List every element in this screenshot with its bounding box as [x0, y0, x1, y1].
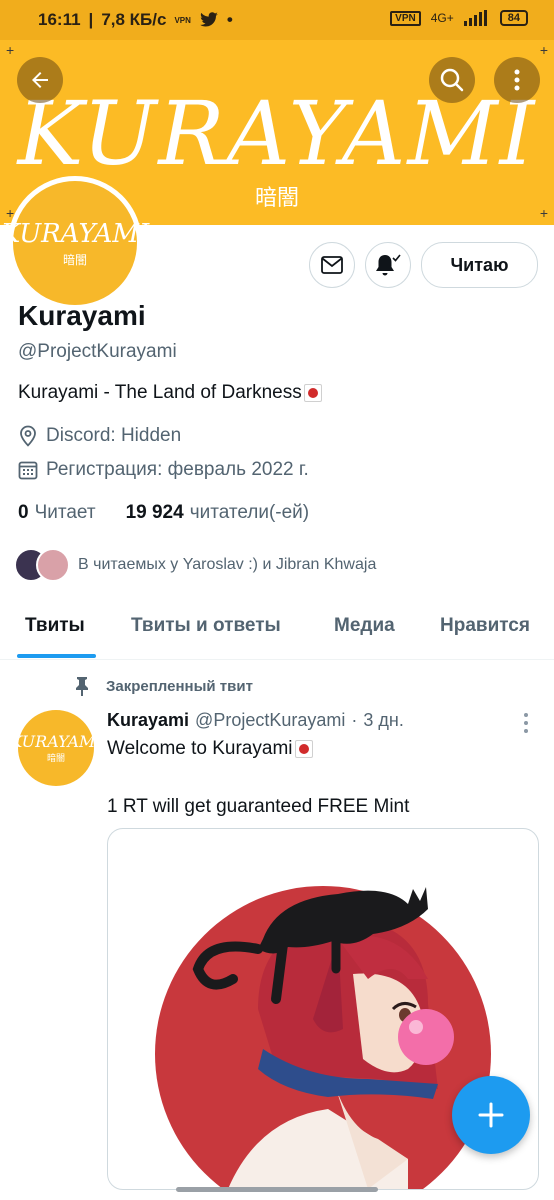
location-pin-icon	[20, 425, 36, 447]
followers-count[interactable]: 19 924	[126, 502, 184, 524]
flag-icon	[294, 740, 313, 758]
tweet-author-name[interactable]: Kurayami	[107, 710, 189, 731]
plus-icon	[478, 1102, 504, 1128]
profile-name: Kurayami	[18, 300, 146, 331]
status-network: 4G+	[430, 11, 454, 25]
tweet-text-line1: Welcome to Kurayami	[107, 738, 313, 760]
crop-mark-icon: +	[6, 42, 15, 58]
tab-tweets[interactable]: Твиты	[25, 615, 85, 637]
crop-mark-icon: +	[539, 42, 548, 58]
tweet-text-line2: 1 RT will get guaranteed FREE Mint	[107, 796, 410, 817]
tab-likes[interactable]: Нравится	[440, 615, 530, 637]
bell-check-icon	[376, 254, 401, 276]
profile-avatar[interactable]: KURAYAMI 暗闇	[1, 176, 149, 310]
profile-location: Discord: Hidden	[18, 425, 181, 447]
followed-by-row[interactable]: В читаемых у Yaroslav :) и Jibran Khwaja	[14, 548, 376, 582]
tweet-avatar-logo: KURAYAMI	[10, 732, 102, 751]
status-time: 16:11	[38, 10, 81, 29]
profile-tabs: Твиты Твиты и ответы Медиа Нравится	[0, 605, 554, 660]
flag-icon	[303, 384, 322, 402]
back-button[interactable]	[17, 57, 63, 103]
bio-text: Kurayami - The Land of Darkness	[18, 382, 302, 403]
status-left: 16:11 | 7,8 КБ/с VPN •	[38, 10, 233, 30]
following-count[interactable]: 0	[18, 502, 29, 524]
compose-tweet-button[interactable]	[452, 1076, 530, 1154]
followed-by-text: В читаемых у Yaroslav :) и Jibran Khwaja	[78, 556, 377, 573]
home-indicator[interactable]	[176, 1187, 378, 1192]
calendar-icon	[18, 461, 38, 480]
following-button[interactable]: Читаю	[421, 242, 538, 288]
location-text: Discord: Hidden	[46, 425, 182, 446]
profile-joined: Регистрация: февраль 2022 г.	[18, 459, 309, 481]
tweet-avatar[interactable]: KURAYAMI 暗闇	[10, 710, 102, 786]
notifications-button[interactable]	[365, 242, 411, 288]
status-right: VPN 4G+ 84	[390, 10, 528, 26]
profile-handle: @ProjectKurayami	[18, 341, 177, 362]
mail-icon	[321, 256, 343, 274]
status-vpn-small: VPN	[174, 15, 191, 25]
battery-level: 84	[507, 12, 520, 24]
more-vertical-icon	[514, 69, 520, 91]
pinned-tweet-label: Закрепленный твит	[74, 676, 253, 696]
battery-icon: 84	[499, 10, 528, 26]
following-label[interactable]: Читает	[35, 502, 96, 524]
message-button[interactable]	[309, 242, 355, 288]
signal-icon	[463, 10, 487, 26]
arrow-left-icon	[32, 72, 48, 88]
search-icon	[440, 68, 464, 92]
profile-stats: 0 Читает 19 924 читатели(-ей)	[18, 502, 309, 524]
pinned-text: Закрепленный твит	[106, 677, 253, 695]
following-button-label: Читаю	[450, 254, 509, 275]
more-options-button[interactable]	[494, 57, 540, 103]
pin-icon	[76, 677, 88, 696]
banner-title: KURAYAMI	[17, 82, 537, 185]
tweet-dot: ·	[351, 710, 358, 730]
tab-media[interactable]: Медиа	[334, 615, 395, 637]
avatar-logo-sub: 暗闇	[62, 252, 87, 267]
tweet-author-handle[interactable]: @ProjectKurayami	[195, 710, 345, 731]
active-tab-indicator	[17, 654, 96, 658]
status-dot: •	[226, 10, 233, 29]
status-separator: |	[88, 10, 94, 29]
tweet-more-icon[interactable]	[518, 712, 534, 734]
tweet-header: Kurayami @ProjectKurayami · 3 дн.	[107, 710, 404, 731]
tweet-avatar-sub: 暗闇	[46, 753, 65, 763]
status-bar: 16:11 | 7,8 КБ/с VPN • VPN 4G+ 84	[0, 0, 554, 40]
twitter-bird-icon	[200, 12, 218, 27]
followed-by-avatars	[14, 548, 70, 582]
joined-text: Регистрация: февраль 2022 г.	[46, 459, 309, 480]
tweet-time[interactable]: 3 дн.	[363, 710, 403, 731]
tab-tweets-replies[interactable]: Твиты и ответы	[131, 615, 281, 637]
avatar-logo-text: KURAYAMI	[0, 218, 150, 249]
tweet-welcome-text: Welcome to Kurayami	[107, 738, 293, 759]
search-button[interactable]	[429, 57, 475, 103]
avatar	[36, 548, 70, 582]
status-vpn-badge: VPN	[390, 10, 421, 26]
profile-bio: Kurayami - The Land of Darkness	[18, 382, 322, 404]
followers-label[interactable]: читатели(-ей)	[190, 502, 309, 524]
status-speed: 7,8 КБ/с	[101, 10, 167, 29]
